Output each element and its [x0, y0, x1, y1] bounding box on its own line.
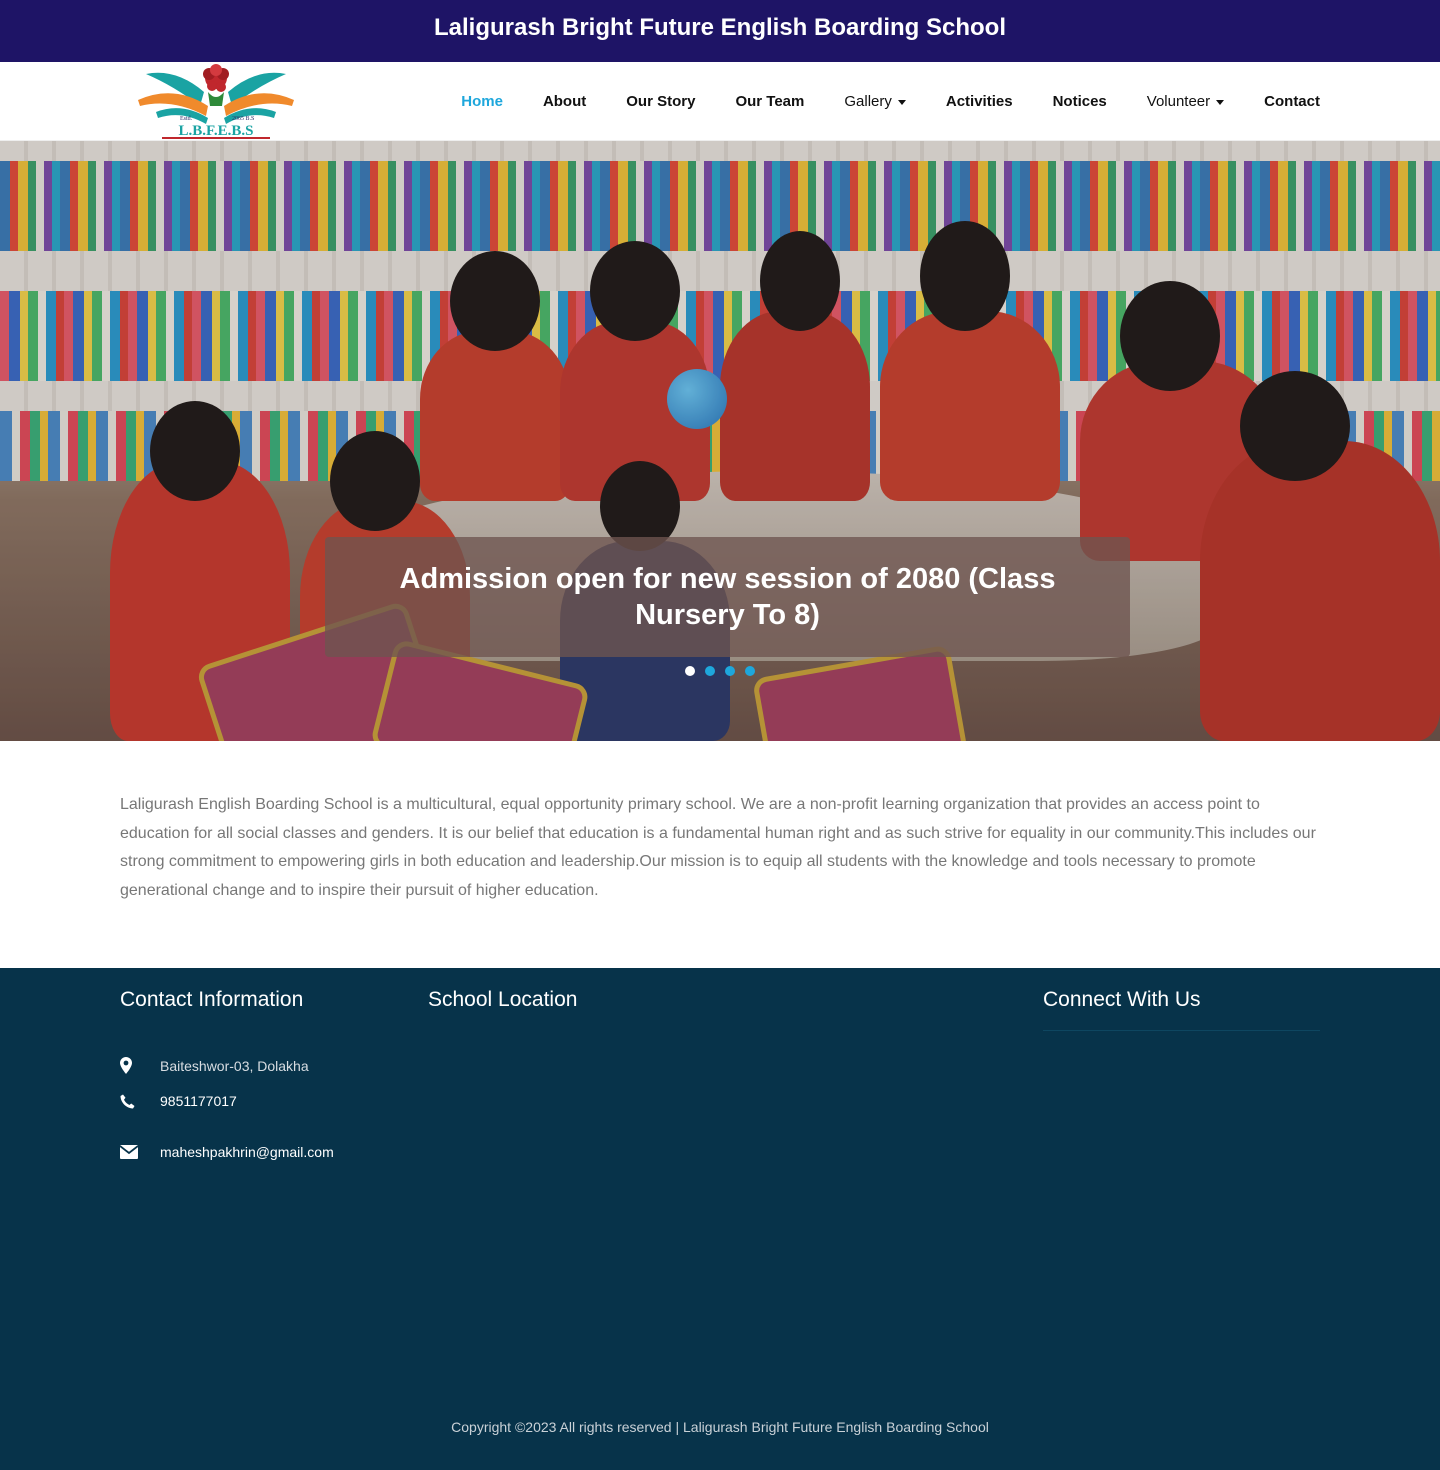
- site-title: Laligurash Bright Future English Boardin…: [433, 14, 1006, 41]
- nav-volunteer-dropdown[interactable]: Volunteer: [1146, 93, 1225, 110]
- about-paragraph: Laligurash English Boarding School is a …: [120, 796, 1316, 900]
- phone-icon: [120, 1094, 160, 1109]
- carousel-indicator-1[interactable]: [685, 666, 695, 676]
- envelope-icon: [120, 1145, 160, 1159]
- svg-text:Estd.: Estd.: [180, 116, 193, 122]
- top-banner: Laligurash Bright Future English Boardin…: [0, 0, 1440, 62]
- nav-notices[interactable]: Notices: [1053, 93, 1107, 110]
- site-footer: Contact Information School Location Conn…: [0, 968, 1440, 1470]
- phone-text[interactable]: 9851177017: [160, 1093, 237, 1109]
- nav-home[interactable]: Home: [461, 93, 503, 110]
- connect-divider: [1043, 1030, 1320, 1031]
- phone-row: 9851177017: [120, 1093, 237, 1109]
- map-marker-icon: [120, 1057, 160, 1074]
- school-logo-icon: Estd. 2065 B.S L.B.F.E.B.S: [138, 64, 294, 139]
- carousel-indicator-3[interactable]: [725, 666, 735, 676]
- chevron-down-icon: [1216, 100, 1225, 105]
- connect-title: Connect With Us: [1043, 988, 1201, 1011]
- chevron-down-icon: [897, 100, 906, 105]
- email-row: maheshpakhrin@gmail.com: [120, 1144, 334, 1160]
- nav-gallery-label: Gallery: [844, 93, 892, 110]
- about-section: Laligurash English Boarding School is a …: [0, 741, 1440, 968]
- nav-contact[interactable]: Contact: [1264, 93, 1320, 110]
- location-title: School Location: [428, 988, 578, 1011]
- nav-gallery-dropdown[interactable]: Gallery: [844, 93, 906, 110]
- svg-text:L.B.F.E.B.S: L.B.F.E.B.S: [179, 123, 254, 139]
- nav-about[interactable]: About: [543, 93, 586, 110]
- nav-activities[interactable]: Activities: [946, 93, 1013, 110]
- nav-our-team[interactable]: Our Team: [735, 93, 804, 110]
- nav-menu: Home About Our Story Our Team Gallery Ac…: [421, 62, 1320, 141]
- nav-our-story[interactable]: Our Story: [626, 93, 695, 110]
- hero-carousel[interactable]: Admission open for new session of 2080 (…: [0, 141, 1440, 741]
- nav-volunteer-label: Volunteer: [1146, 93, 1211, 110]
- address-row: Baiteshwor-03, Dolakha: [120, 1057, 309, 1074]
- hero-caption-box: Admission open for new session of 2080 (…: [325, 537, 1130, 657]
- contact-title: Contact Information: [120, 988, 304, 1011]
- carousel-indicators: [0, 666, 1440, 676]
- svg-text:2065 B.S: 2065 B.S: [232, 116, 254, 122]
- hero-caption: Admission open for new session of 2080 (…: [399, 563, 1056, 631]
- main-navbar: Estd. 2065 B.S L.B.F.E.B.S Home About Ou…: [0, 62, 1440, 141]
- carousel-indicator-2[interactable]: [705, 666, 715, 676]
- address-text: Baiteshwor-03, Dolakha: [160, 1057, 309, 1074]
- copyright-text: Copyright ©2023 All rights reserved | La…: [451, 1419, 989, 1435]
- carousel-indicator-4[interactable]: [745, 666, 755, 676]
- school-logo[interactable]: Estd. 2065 B.S L.B.F.E.B.S: [136, 62, 296, 141]
- email-link[interactable]: maheshpakhrin@gmail.com: [160, 1144, 334, 1160]
